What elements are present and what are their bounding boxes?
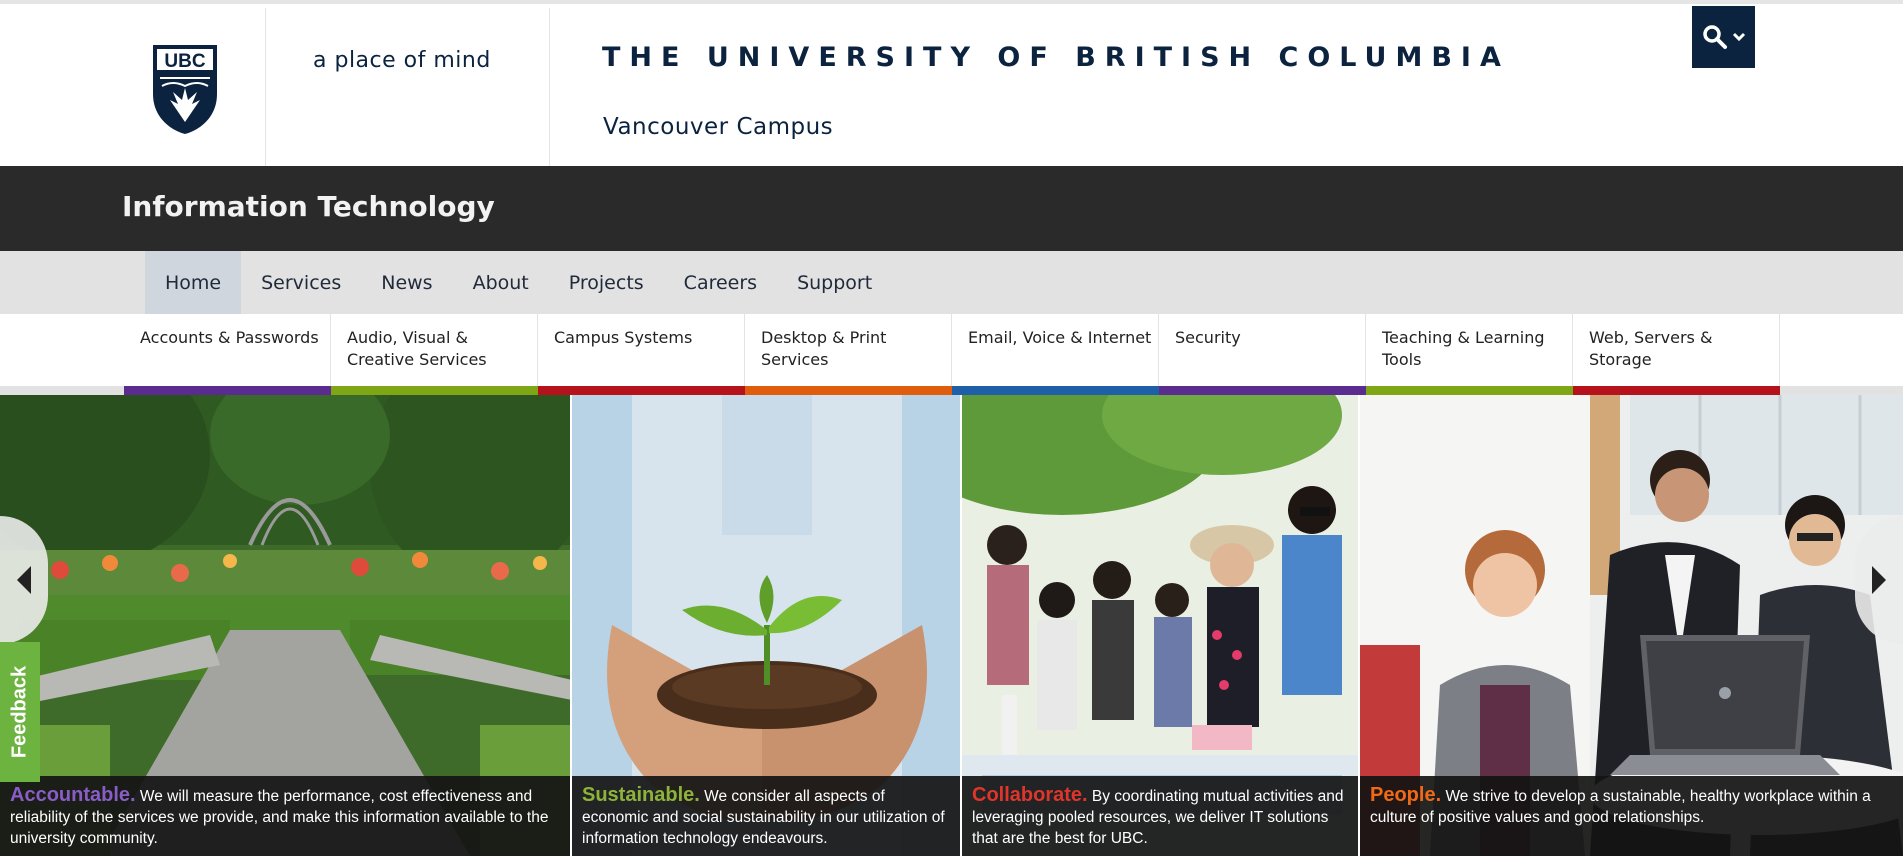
slide-caption: Sustainable. We consider all aspects of … xyxy=(572,776,960,856)
chevron-down-icon xyxy=(1732,32,1745,42)
slide-collaborate[interactable]: Collaborate. By coordinating mutual acti… xyxy=(962,395,1360,856)
subnav-item-label: Campus Systems xyxy=(554,328,693,347)
nav-item-home[interactable]: Home xyxy=(145,251,242,314)
chevron-left-icon xyxy=(17,566,31,594)
ubc-crest-logo[interactable]: UBC xyxy=(150,42,220,136)
campus-name[interactable]: Vancouver Campus xyxy=(603,114,833,140)
subnav-item-campus-systems[interactable]: Campus Systems xyxy=(538,314,745,395)
primary-nav: Home Services News About Projects Career… xyxy=(0,251,1903,314)
svg-text:UBC: UBC xyxy=(164,51,205,72)
subnav-item-label: Email, Voice & Internet xyxy=(968,328,1152,347)
caption-lead: Collaborate. xyxy=(972,784,1088,806)
search-toggle-button[interactable] xyxy=(1692,6,1755,68)
tagline-cell: a place of mind xyxy=(266,8,550,170)
subnav-item-email-voice[interactable]: Email, Voice & Internet xyxy=(952,314,1159,395)
category-color-bar xyxy=(1159,386,1366,395)
subnav-item-label: Security xyxy=(1175,328,1241,347)
subnav-item-accounts[interactable]: Accounts & Passwords xyxy=(124,314,331,395)
unit-title[interactable]: Information Technology xyxy=(122,190,495,223)
subnav-item-label: Accounts & Passwords xyxy=(140,328,319,347)
nav-item-about[interactable]: About xyxy=(453,251,549,314)
slide-caption: Accountable. We will measure the perform… xyxy=(0,776,570,856)
category-color-bar xyxy=(745,386,952,395)
category-color-bar xyxy=(331,386,538,395)
category-color-bar xyxy=(124,386,331,395)
subnav-item-audio-visual[interactable]: Audio, Visual & Creative Services xyxy=(331,314,538,395)
feedback-tab[interactable]: Feedback xyxy=(0,642,40,782)
chevron-right-icon xyxy=(1872,566,1886,594)
subnav-item-label: Desktop & Print Services xyxy=(761,328,887,369)
subnav-item-desktop-print[interactable]: Desktop & Print Services xyxy=(745,314,952,395)
category-color-bar xyxy=(952,386,1159,395)
university-title[interactable]: THE UNIVERSITY OF BRITISH COLUMBIA xyxy=(602,42,1510,73)
slide-people[interactable]: People. We strive to develop a sustainab… xyxy=(1360,395,1903,856)
nav-item-support[interactable]: Support xyxy=(777,251,892,314)
ubc-logo-cell: UBC xyxy=(130,8,266,170)
subnav-item-label: Audio, Visual & Creative Services xyxy=(347,328,487,369)
nav-item-services[interactable]: Services xyxy=(241,251,361,314)
caption-lead: People. xyxy=(1370,784,1442,806)
unit-bar: Information Technology xyxy=(0,166,1903,251)
subnav-item-label: Teaching & Learning Tools xyxy=(1382,328,1545,369)
caption-lead: Accountable. xyxy=(10,784,136,806)
subnav-item-security[interactable]: Security xyxy=(1159,314,1366,395)
slide-sustainable[interactable]: Sustainable. We consider all aspects of … xyxy=(572,395,962,856)
caption-lead: Sustainable. xyxy=(582,784,700,806)
category-color-bar xyxy=(1573,386,1780,395)
page: UBC a place of mind THE UNIVERSITY OF BR… xyxy=(0,0,1903,856)
site-header: UBC a place of mind THE UNIVERSITY OF BR… xyxy=(0,0,1903,170)
search-icon xyxy=(1702,25,1727,49)
category-color-bar xyxy=(538,386,745,395)
caption-text: We strive to develop a sustainable, heal… xyxy=(1370,788,1871,826)
slide-caption: Collaborate. By coordinating mutual acti… xyxy=(962,776,1358,856)
category-color-bar xyxy=(1366,386,1573,395)
tagline: a place of mind xyxy=(313,48,491,73)
image-slider: Accountable. We will measure the perform… xyxy=(0,395,1903,856)
slide-accountable[interactable]: Accountable. We will measure the perform… xyxy=(0,395,572,856)
service-categories-nav: Accounts & Passwords Audio, Visual & Cre… xyxy=(124,314,1781,395)
subnav-item-label: Web, Servers & Storage xyxy=(1589,328,1713,369)
nav-item-news[interactable]: News xyxy=(361,251,452,314)
nav-item-careers[interactable]: Careers xyxy=(664,251,777,314)
subnav-item-teaching-learning[interactable]: Teaching & Learning Tools xyxy=(1366,314,1573,395)
slide-caption: People. We strive to develop a sustainab… xyxy=(1360,776,1903,856)
subnav-item-web-servers[interactable]: Web, Servers & Storage xyxy=(1573,314,1780,395)
nav-item-projects[interactable]: Projects xyxy=(549,251,664,314)
feedback-label: Feedback xyxy=(8,665,31,759)
